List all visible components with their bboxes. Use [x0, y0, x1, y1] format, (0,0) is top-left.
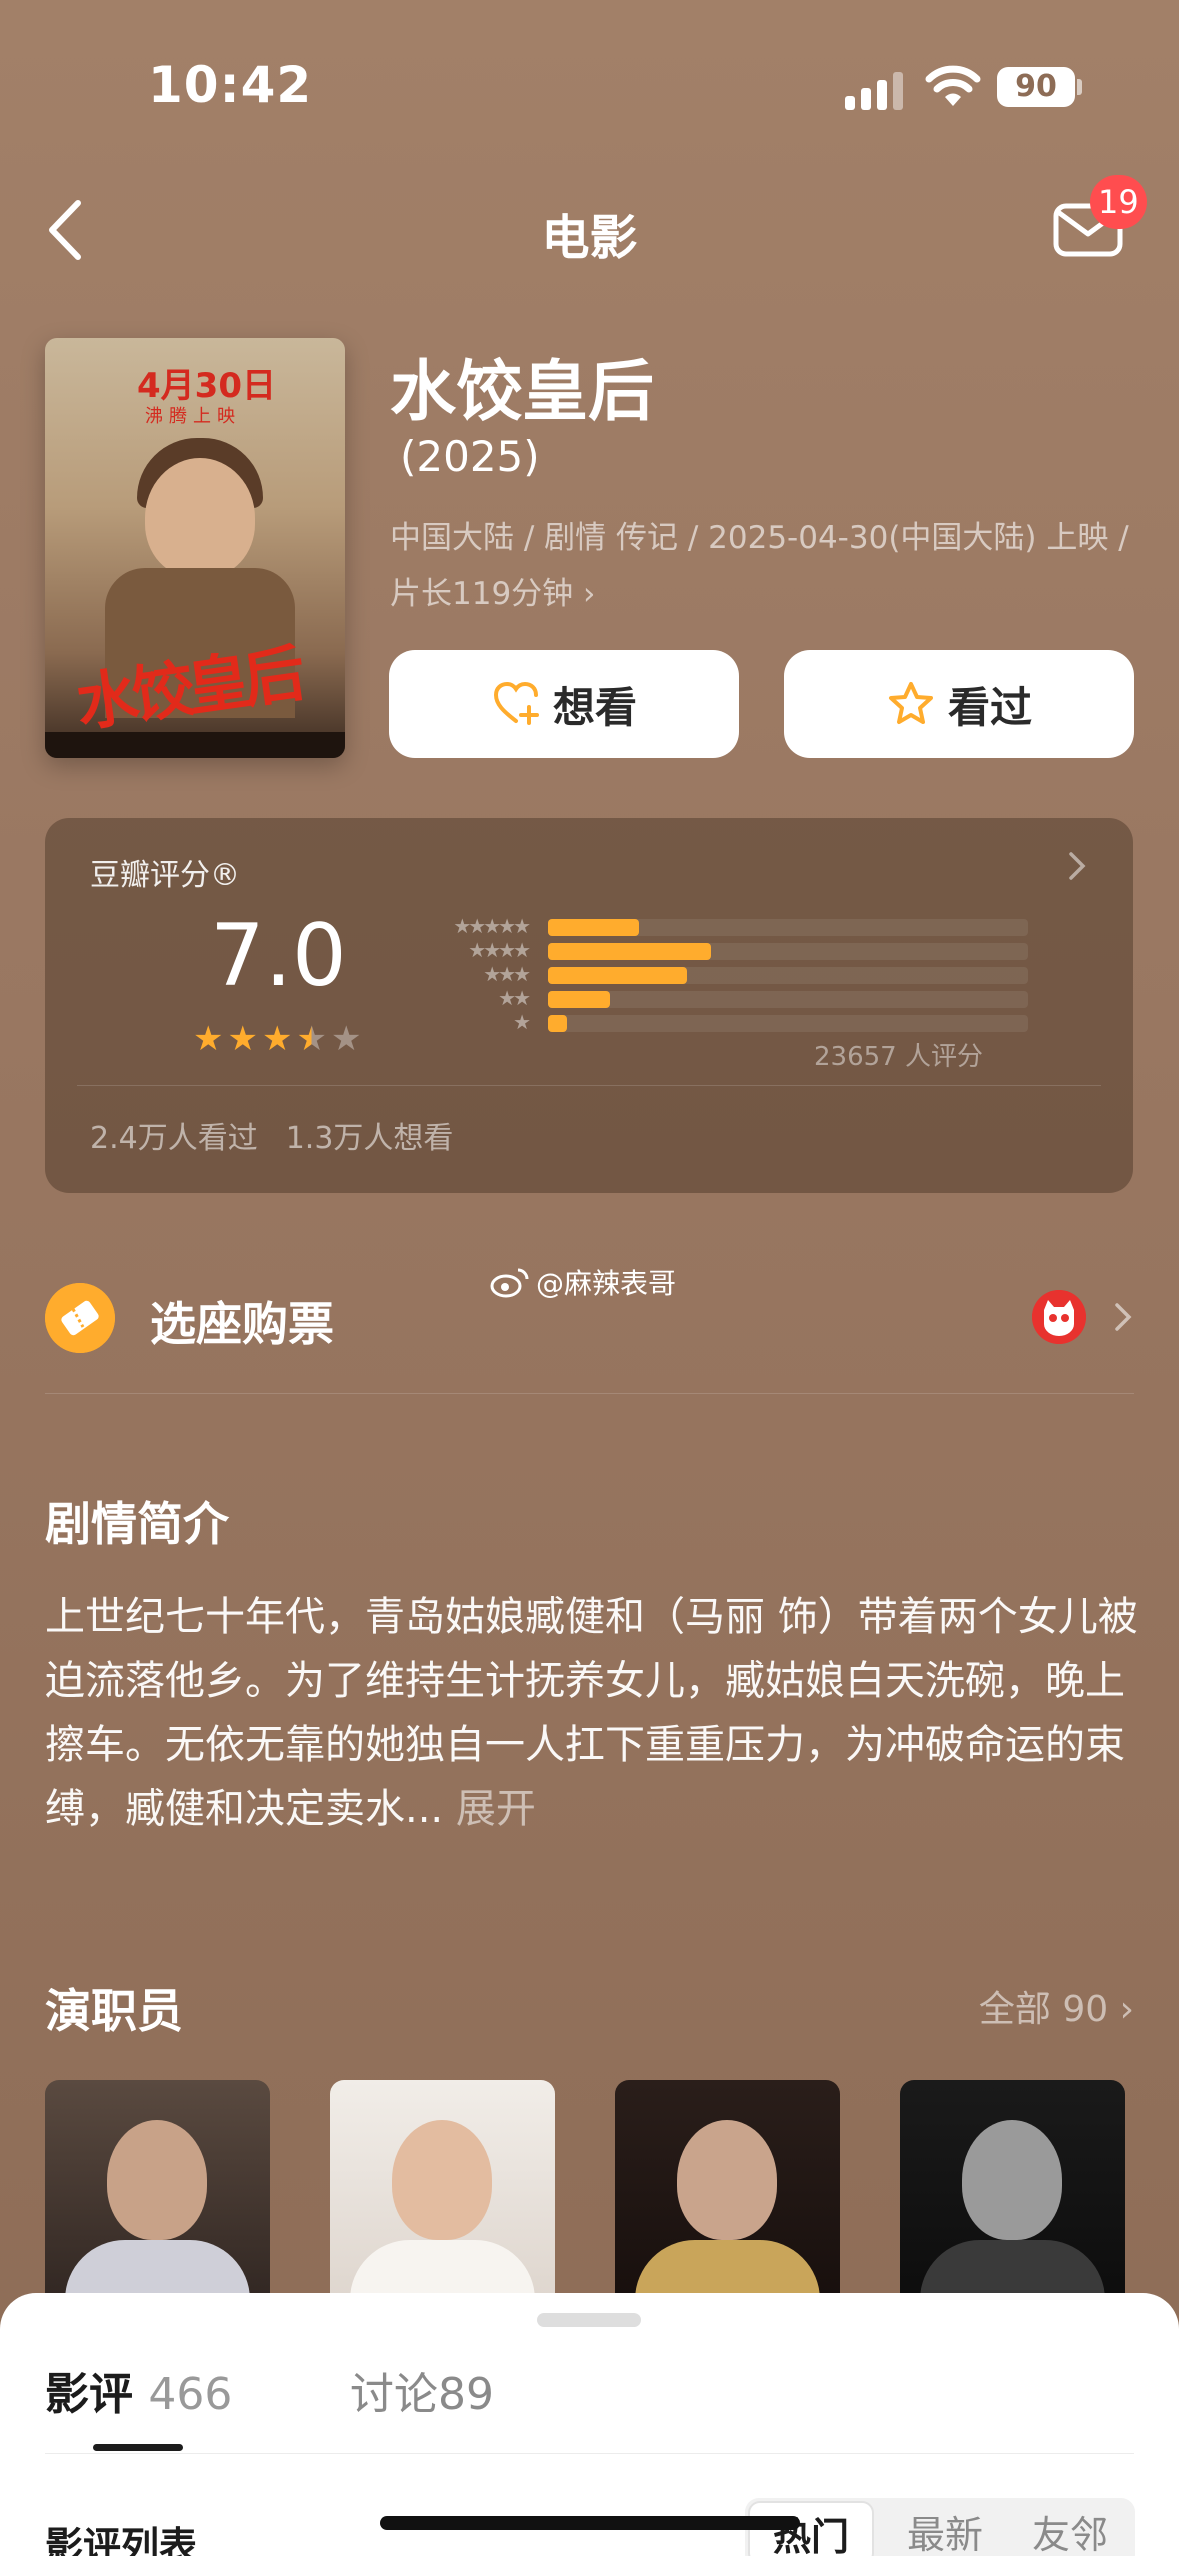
distribution-track: [548, 991, 1028, 1008]
cast-all-link[interactable]: 全部 90 ›: [979, 1980, 1134, 2032]
synopsis-title: 剧情简介: [45, 1497, 229, 1551]
distribution-bar: [548, 943, 712, 960]
cast-photo[interactable]: [45, 2080, 270, 2320]
status-time: 10:42: [148, 56, 313, 114]
ticket-label: 选座购票: [150, 1297, 334, 1351]
want-count: 1.3万人想看: [285, 1121, 454, 1156]
tab-reviews-label: 影评: [45, 2369, 133, 2420]
tab-discussion[interactable]: 讨论89: [350, 2358, 494, 2422]
distribution-track: [548, 943, 1028, 960]
distribution-stars-icon: ★★★★★: [453, 914, 531, 938]
tab-reviews[interactable]: 影评 466: [45, 2358, 232, 2422]
movie-poster[interactable]: 4月30日 沸腾上映 水饺皇后: [45, 338, 345, 758]
distribution-track: [548, 1015, 1028, 1032]
cast-head: [107, 2120, 207, 2240]
synopsis-text[interactable]: 上世纪七十年代，青岛姑娘臧健和（马丽 饰）带着两个女儿被迫流落他乡。为了维持生计…: [45, 1585, 1145, 1841]
maoyan-cat-icon: [1032, 1290, 1086, 1344]
ticket-icon: [45, 1283, 115, 1353]
cellular-signal-icon: [845, 70, 907, 110]
cast-photo[interactable]: [900, 2080, 1125, 2320]
distribution-bar: [548, 991, 611, 1008]
cast-head: [392, 2120, 492, 2240]
synopsis-body: 上世纪七十年代，青岛姑娘臧健和（马丽 饰）带着两个女儿被迫流落他乡。为了维持生计…: [45, 1594, 1138, 1832]
seen-label: 看过: [947, 682, 1032, 732]
battery-indicator: 90: [997, 67, 1075, 107]
sheet-divider: [45, 2453, 1134, 2454]
sheet-grabber[interactable]: [537, 2313, 641, 2327]
movie-year: (2025): [400, 432, 540, 481]
poster-figure-face: [145, 458, 255, 578]
rating-label: 豆瓣评分®: [90, 858, 240, 893]
star-full-icon: ★: [261, 1019, 293, 1059]
page-title: 电影: [541, 210, 638, 266]
poster-date: 4月30日: [137, 366, 276, 406]
watermark-text: @麻辣表哥: [536, 1267, 677, 1300]
rating-count: 23657 人评分: [814, 1042, 983, 1072]
sort-friends[interactable]: 友邻: [1010, 2498, 1130, 2556]
cast-head: [677, 2120, 777, 2240]
distribution-row: ★★★: [383, 962, 1033, 988]
movie-detail-page: 10:42 90 电影 19 4月30日 沸腾上映 水饺皇后 水饺皇后 (202…: [0, 0, 1179, 2556]
distribution-track: [548, 919, 1028, 936]
distribution-track: [548, 967, 1028, 984]
chevron-right-icon: [1115, 1303, 1132, 1331]
star-full-icon: ★: [193, 1019, 224, 1059]
distribution-row: ★★: [383, 986, 1033, 1012]
tab-reviews-count: 466: [148, 2369, 233, 2420]
rating-distribution: ★★★★★ ★★★★ ★★★ ★★ ★: [383, 914, 1033, 1036]
sort-segmented-control: 热门 最新 友邻: [745, 2498, 1135, 2556]
sort-new[interactable]: 最新: [885, 2498, 1005, 2556]
movie-title: 水饺皇后: [390, 353, 654, 430]
cast-head: [962, 2120, 1062, 2240]
distribution-stars-icon: ★: [513, 1010, 531, 1034]
cast-photo[interactable]: [330, 2080, 555, 2320]
rating-footer: 2.4万人看过 1.3万人想看: [90, 1113, 453, 1157]
distribution-row: ★: [383, 1010, 1033, 1036]
star-outline-icon: [888, 682, 933, 724]
rating-divider: [77, 1085, 1101, 1086]
want-to-watch-button[interactable]: 想看: [389, 650, 739, 758]
poster-subtitle: 沸腾上映: [145, 406, 241, 427]
seen-button[interactable]: 看过: [784, 650, 1134, 758]
tab-indicator: [93, 2444, 183, 2451]
chevron-right-icon: [1069, 852, 1086, 880]
notification-badge: 19: [1090, 175, 1147, 229]
distribution-bar: [548, 1015, 568, 1032]
poster-credits: [45, 732, 345, 758]
status-bar: 10:42 90: [0, 0, 1179, 170]
home-indicator[interactable]: [380, 2516, 800, 2530]
distribution-row: ★★★★★: [383, 914, 1033, 940]
star-empty-icon: ★: [330, 1019, 362, 1059]
cast-photo[interactable]: [615, 2080, 840, 2320]
distribution-stars-icon: ★★★: [483, 962, 531, 986]
want-label: 想看: [552, 682, 637, 732]
section-divider: [45, 1393, 1134, 1394]
star-half-icon: ★: [296, 1019, 327, 1059]
wifi-icon: [925, 65, 981, 106]
watched-count: 2.4万人看过: [90, 1121, 258, 1156]
weibo-icon: [490, 1268, 529, 1298]
rating-score: 7.0: [210, 906, 347, 1006]
rating-card[interactable]: 豆瓣评分® 7.0 ★ ★ ★ ★ ★ ★★★★★ ★★★★ ★★★ ★★ ★ 23657 人评…: [45, 818, 1133, 1193]
star-full-icon: ★: [227, 1019, 258, 1059]
battery-tip: [1077, 79, 1082, 95]
expand-link[interactable]: 展开: [456, 1786, 536, 1832]
review-list-title: 影评列表: [45, 2524, 198, 2556]
heart-plus-icon: [493, 681, 539, 725]
distribution-stars-icon: ★★★★: [468, 938, 531, 962]
distribution-row: ★★★★: [383, 938, 1033, 964]
cast-title: 演职员: [45, 1984, 183, 2038]
distribution-stars-icon: ★★: [498, 986, 531, 1010]
movie-meta[interactable]: 中国大陆 / 剧情 传记 / 2025-04-30(中国大陆) 上映 / 片长1…: [390, 510, 1130, 622]
distribution-bar: [548, 919, 640, 936]
rating-stars: ★ ★ ★ ★ ★: [193, 1022, 361, 1056]
watermark: @麻辣表哥: [490, 1262, 676, 1302]
distribution-bar: [548, 967, 688, 984]
